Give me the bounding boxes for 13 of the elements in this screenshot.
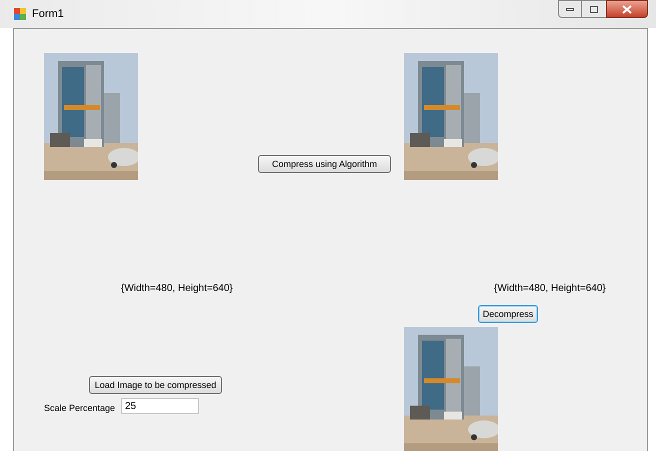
maximize-button[interactable] — [582, 0, 606, 18]
window-title: Form1 — [32, 6, 64, 22]
scale-label: Scale Percentage — [44, 402, 116, 415]
minimize-button[interactable] — [558, 0, 582, 18]
compress-button[interactable]: Compress using Algorithm — [258, 155, 391, 173]
size-label: {Width=480, Height=640} — [121, 282, 233, 296]
close-icon — [622, 4, 632, 14]
decompress-button[interactable]: Decompress — [478, 305, 538, 323]
form-icon — [14, 8, 26, 20]
load-image-button[interactable]: Load Image to be compressed — [89, 376, 222, 394]
size-label: {Width=480, Height=640} — [494, 282, 606, 296]
scale-input[interactable]: 25 — [121, 398, 199, 414]
close-button[interactable] — [606, 0, 648, 18]
